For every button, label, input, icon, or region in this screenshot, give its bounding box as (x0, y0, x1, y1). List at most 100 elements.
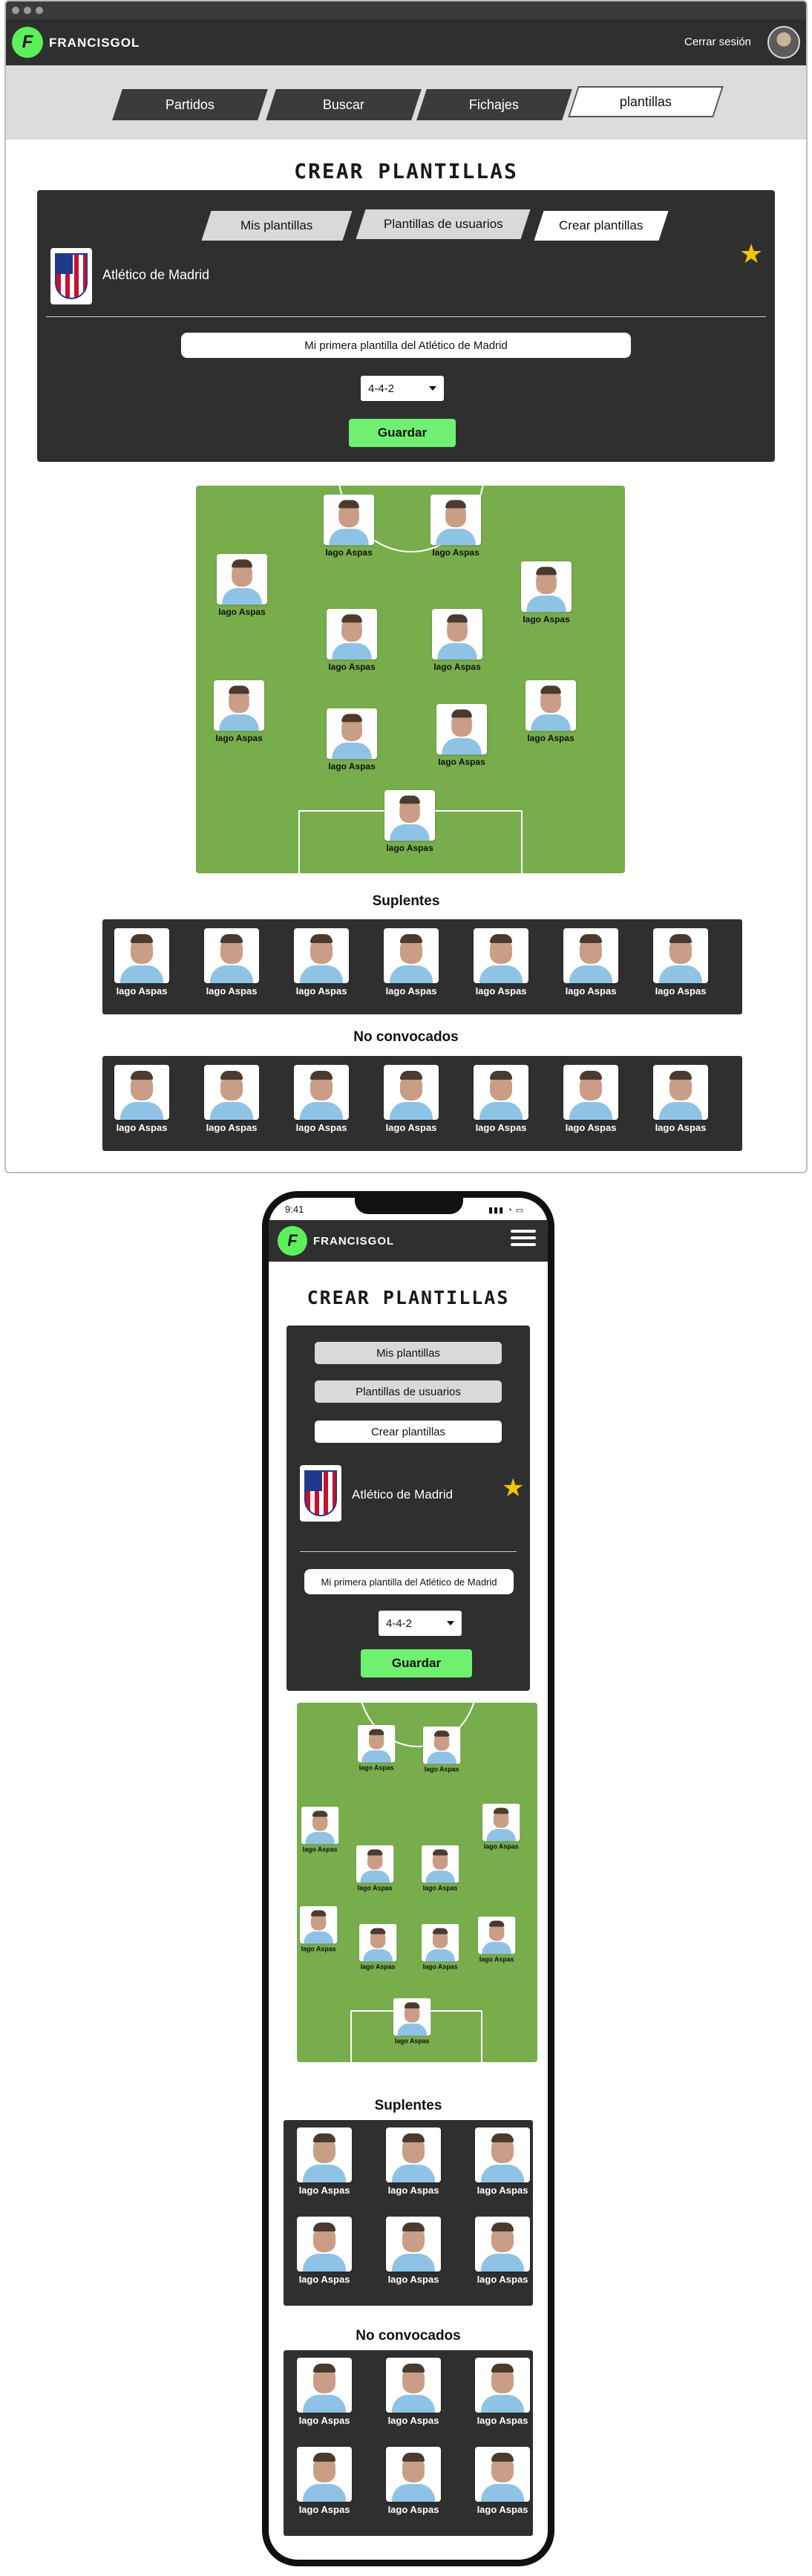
subtab-label: Mis plantillas (240, 218, 313, 232)
player-card[interactable]: Iago Aspas (114, 1065, 169, 1133)
player-card[interactable]: Iago Aspas (436, 704, 488, 767)
logo-icon[interactable]: F (278, 1226, 307, 1256)
squad-name-input[interactable]: Mi primera plantilla del Atlético de Mad… (304, 1569, 514, 1594)
player-card[interactable]: Iago Aspas (384, 928, 439, 997)
squad-name-input[interactable]: Mi primera plantilla del Atlético de Mad… (181, 333, 631, 358)
player-photo (114, 1065, 169, 1120)
player-photo (475, 2447, 530, 2502)
player-card[interactable]: Iago Aspas (475, 2447, 530, 2515)
player-card[interactable]: Iago Aspas (653, 928, 708, 997)
player-card[interactable]: Iago Aspas (204, 928, 259, 997)
player-name: Iago Aspas (387, 2415, 439, 2426)
menu-icon[interactable] (511, 1226, 536, 1250)
player-card[interactable]: Iago Aspas (474, 1065, 528, 1133)
player-card[interactable]: Iago Aspas (356, 1845, 394, 1892)
player-card[interactable]: Iago Aspas (324, 495, 375, 558)
player-name: Iago Aspas (206, 985, 258, 997)
player-name: Iago Aspas (358, 1764, 394, 1772)
player-name: Iago Aspas (483, 1842, 519, 1851)
avatar[interactable] (767, 26, 800, 59)
player-photo (384, 928, 439, 983)
subtab-crear-plantillas[interactable]: Crear plantillas (534, 211, 669, 241)
player-card[interactable]: Iago Aspas (300, 1906, 338, 1953)
player-card[interactable]: Iago Aspas (297, 2447, 352, 2515)
page-title: CREAR PLANTILLAS (294, 159, 518, 183)
player-card[interactable]: Iago Aspas (204, 1065, 259, 1133)
player-card[interactable]: Iago Aspas (217, 554, 268, 617)
tab-partidos[interactable]: Partidos (112, 89, 268, 120)
player-card[interactable]: Iago Aspas (114, 928, 169, 997)
player-card[interactable]: Iago Aspas (386, 2127, 441, 2196)
save-button[interactable]: Guardar (349, 419, 456, 447)
player-photo (384, 790, 436, 841)
player-card[interactable]: Iago Aspas (386, 2217, 441, 2285)
player-card[interactable]: Iago Aspas (525, 680, 577, 743)
player-card[interactable]: Iago Aspas (297, 2127, 352, 2196)
player-card[interactable]: Iago Aspas (327, 609, 378, 672)
save-button[interactable]: Guardar (361, 1649, 472, 1677)
player-card[interactable]: Iago Aspas (521, 561, 572, 625)
player-photo (393, 1998, 431, 2036)
player-card[interactable]: Iago Aspas (294, 1065, 349, 1133)
player-card[interactable]: Iago Aspas (423, 1726, 461, 1773)
player-card[interactable]: Iago Aspas (475, 2127, 530, 2196)
player-name: Iago Aspas (475, 1122, 527, 1133)
subtab-crear-plantillas[interactable]: Crear plantillas (315, 1421, 502, 1443)
formation-select[interactable]: 4-4-2 (379, 1611, 462, 1636)
player-card[interactable]: Iago Aspas (297, 2217, 352, 2285)
subtab-label: Plantillas de usuarios (383, 217, 503, 231)
subtab-plantillas-usuarios[interactable]: Plantillas de usuarios (315, 1380, 502, 1403)
player-card[interactable]: Iago Aspas (563, 1065, 618, 1133)
team-name: Atlético de Madrid (352, 1487, 454, 1501)
subtab-mis-plantillas[interactable]: Mis plantillas (315, 1342, 502, 1364)
player-photo (475, 2127, 530, 2182)
player-card[interactable]: Iago Aspas (384, 790, 436, 853)
player-card[interactable]: Iago Aspas (430, 495, 482, 558)
player-card[interactable]: Iago Aspas (653, 1065, 708, 1133)
player-card[interactable]: Iago Aspas (297, 2358, 352, 2426)
player-card[interactable]: Iago Aspas (422, 1924, 459, 1971)
excluded-bench: Iago Aspas Iago Aspas Iago Aspas Iago Aspas… (284, 2350, 533, 2536)
player-card[interactable]: Iago Aspas (386, 2358, 441, 2426)
player-photo (297, 2127, 352, 2182)
player-card[interactable]: Iago Aspas (301, 1807, 339, 1853)
player-photo (653, 1065, 708, 1120)
logout-link[interactable]: Cerrar sesión (684, 36, 751, 48)
player-card[interactable]: Iago Aspas (563, 928, 618, 997)
football-pitch: Iago Aspas Iago Aspas Iago Aspas Iago Aspas… (297, 1703, 537, 2062)
player-card[interactable]: Iago Aspas (393, 1998, 431, 2045)
player-card[interactable]: Iago Aspas (474, 928, 528, 997)
player-card[interactable]: Iago Aspas (475, 2358, 530, 2426)
player-card[interactable]: Iago Aspas (214, 680, 265, 743)
player-card[interactable]: Iago Aspas (358, 1725, 396, 1772)
formation-select[interactable]: 4-4-2 (361, 376, 444, 401)
player-photo (423, 1726, 461, 1764)
player-card[interactable]: Iago Aspas (384, 1065, 439, 1133)
tab-fichajes[interactable]: Fichajes (416, 89, 572, 120)
subtab-mis-plantillas[interactable]: Mis plantillas (201, 211, 353, 241)
player-name: Iago Aspas (386, 842, 433, 853)
player-card[interactable]: Iago Aspas (359, 1924, 397, 1971)
player-name: Iago Aspas (298, 2274, 350, 2285)
logo-icon[interactable]: F (12, 27, 43, 58)
subs-title: Suplentes (372, 893, 440, 909)
player-card[interactable]: Iago Aspas (432, 609, 483, 672)
window-dot[interactable] (24, 7, 31, 14)
window-dot[interactable] (36, 7, 43, 14)
tab-buscar[interactable]: Buscar (266, 89, 422, 120)
player-card[interactable]: Iago Aspas (386, 2447, 441, 2515)
player-card[interactable]: Iago Aspas (294, 928, 349, 997)
player-card[interactable]: Iago Aspas (475, 2217, 530, 2285)
player-card[interactable]: Iago Aspas (478, 1917, 516, 1963)
player-card[interactable]: Iago Aspas (327, 708, 378, 772)
player-card[interactable]: Iago Aspas (482, 1804, 520, 1851)
player-name: Iago Aspas (298, 2504, 350, 2515)
favorite-star-icon[interactable]: ★ (739, 241, 763, 267)
subtab-plantillas-usuarios[interactable]: Plantillas de usuarios (356, 209, 531, 239)
tab-plantillas[interactable]: plantillas (568, 86, 724, 117)
window-dot[interactable] (12, 7, 19, 14)
tab-label: Partidos (165, 97, 215, 112)
player-card[interactable]: Iago Aspas (422, 1845, 459, 1892)
favorite-star-icon[interactable]: ★ (502, 1476, 524, 1501)
player-name: Iago Aspas (424, 1765, 459, 1773)
